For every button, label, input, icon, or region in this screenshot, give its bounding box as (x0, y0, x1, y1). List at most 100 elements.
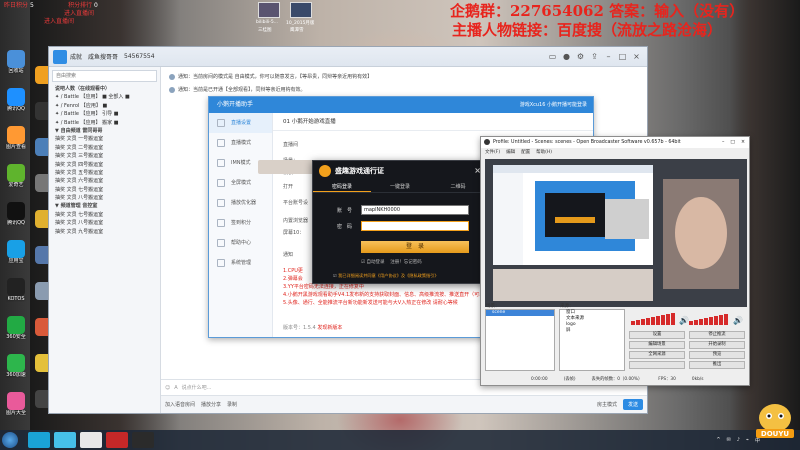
overlay-stat-label: 昨日积分 (4, 2, 29, 9)
assistant-nav-item[interactable]: 播放优化器 (209, 193, 272, 213)
menu-config[interactable]: 配置 (521, 148, 530, 157)
channel-item[interactable]: ✦ / Battle 【应用】 引导 ■ (49, 110, 160, 118)
desktop-icon[interactable]: 图片查看 (2, 126, 30, 150)
desktop-thumb-b[interactable] (290, 2, 312, 18)
assistant-nav-item[interactable]: 直播模式 (209, 133, 272, 153)
obs-preview-image (485, 159, 747, 307)
obs-plugins-button[interactable] (629, 361, 685, 369)
desktop-icon[interactable]: 360安全 (2, 316, 30, 340)
notice-line-4: 4.小鹅开黑游戏观看助手V4.1发布新的支持获取封面、信息、高级推流按、推送直开… (283, 292, 505, 298)
desktop-icon[interactable]: 腾讯QQ (2, 88, 30, 112)
obs-preview-button[interactable]: 预览 (689, 351, 745, 359)
agreement-checkbox[interactable]: ☑ (333, 273, 337, 278)
desktop-icon[interactable]: 图片大全 (2, 392, 30, 416)
obs-start-record-button[interactable]: 开始录制 (689, 341, 745, 349)
taskbar-app-button[interactable] (132, 432, 154, 448)
tray-icon[interactable]: ⌁ (746, 437, 749, 443)
register-forgot-link[interactable]: 注册！忘记密码 (390, 260, 422, 265)
agreement-text[interactable]: 我已详细阅读并同意《用户协议》及《隐私政策指引》 (338, 273, 439, 278)
menu-help[interactable]: 帮助(H) (536, 148, 552, 157)
sources-list[interactable]: 来源： 窗口 文本来源 logo 屏 (559, 304, 625, 371)
assistant-nav-item[interactable]: 直播设置 (209, 113, 272, 133)
channel-item[interactable]: 抽奖 文员 一号搬运室 (49, 135, 160, 143)
obs-global-sources-button[interactable]: 全网采源 (629, 351, 685, 359)
channel-item[interactable]: 抽奖 文员 七号搬运室 (49, 211, 160, 219)
close-icon[interactable]: × (632, 52, 641, 61)
desktop-icon[interactable]: 360加速 (2, 354, 30, 378)
share-icon[interactable]: ⇪ (590, 52, 599, 61)
scene-item[interactable]: scene (486, 310, 554, 316)
close-icon[interactable]: × (741, 137, 745, 148)
channel-item[interactable]: 抽奖 文员 四号搬运室 (49, 161, 160, 169)
desktop-icon[interactable]: KOTOS (2, 278, 30, 302)
font-icon[interactable]: A (174, 385, 177, 391)
desktop-icon[interactable]: 腾讯QQ (2, 202, 30, 226)
tray-icon[interactable]: ^ (716, 437, 720, 443)
obs-settings-button[interactable]: 设置 (629, 331, 685, 339)
play-share-button[interactable]: 播放分享 (201, 401, 221, 408)
desktop-thumb-a[interactable] (258, 2, 280, 18)
new-version-link[interactable]: 发现新版本 (317, 325, 342, 331)
maximize-icon[interactable]: □ (730, 137, 735, 148)
minimize-icon[interactable]: – (722, 137, 724, 148)
maximize-icon[interactable]: □ (618, 52, 627, 61)
obs-stop-stream-button[interactable]: 停止推流 (689, 331, 745, 339)
app-icon (7, 88, 25, 106)
desktop-icon[interactable]: 回收站 (2, 50, 30, 74)
record-icon[interactable]: ● (562, 52, 571, 61)
menu-file[interactable]: 文件(F) (485, 148, 500, 157)
obs-exit-button[interactable]: 推出 (689, 361, 745, 369)
channel-item[interactable]: 抽奖 文员 二号搬运室 (49, 144, 160, 152)
channel-group-header[interactable]: ▼ 频道管理 音控室 (49, 202, 160, 210)
assistant-nav-item[interactable]: 系统管理 (209, 253, 272, 273)
desktop-icon[interactable]: 应用宝 (2, 240, 30, 264)
channel-item[interactable]: 抽奖 文员 八号搬运室 (49, 219, 160, 227)
channel-item[interactable]: 抽奖 文员 五号搬运室 (49, 169, 160, 177)
video-icon[interactable]: ▭ (548, 52, 557, 61)
channel-item[interactable]: ✦ / Battle 【应用】 搬家 ■ (49, 119, 160, 127)
taskbar-app-button[interactable] (28, 432, 50, 448)
channel-item[interactable]: ✦ / Battle 【应用】 ■ 全部入 ■ (49, 93, 160, 101)
tab-qrcode-login[interactable]: 二维码 (429, 181, 487, 192)
channel-item[interactable]: 抽奖 文员 三号搬运室 (49, 152, 160, 160)
obs-edit-scene-button[interactable]: 编辑场景 (629, 341, 685, 349)
taskbar-app-button[interactable] (106, 432, 128, 448)
desktop-thumb-a-label: bilibili-5... (256, 20, 278, 25)
channel-search-input[interactable]: 自由搜索 (52, 70, 157, 82)
assistant-nav-item[interactable]: 全屏模式 (209, 173, 272, 193)
taskbar-app-button[interactable] (54, 432, 76, 448)
channel-item[interactable]: ✦ / Fenrol 【应用】 ■ (49, 102, 160, 110)
assistant-nav-item[interactable]: 帮助中心 (209, 233, 272, 253)
channel-item[interactable]: 抽奖 文员 九号搬运室 (49, 228, 160, 236)
tab-password-login[interactable]: 密码登录 (313, 181, 371, 192)
channel-group-header[interactable]: 说吧人数（在线观看中） (49, 85, 160, 93)
tray-icon[interactable]: ✉ (727, 437, 731, 443)
send-button[interactable]: 发送 (622, 399, 643, 410)
emoji-icon[interactable]: ☺ (165, 385, 170, 391)
channel-group-header[interactable]: ▼ 自由频道 雷同哥哥 (49, 127, 160, 135)
overlay-stat-value: 5 (29, 2, 34, 9)
assistant-nav-item[interactable]: 签到积分 (209, 213, 272, 233)
tray-icon[interactable]: ♪ (737, 437, 740, 443)
account-field[interactable]: maplNKH0000 (361, 205, 469, 215)
desktop-icon[interactable]: 爱奇艺 (2, 164, 30, 188)
channel-item[interactable]: 抽奖 文员 八号搬运室 (49, 194, 160, 202)
minimize-icon[interactable]: – (604, 52, 613, 61)
password-field[interactable] (361, 221, 469, 231)
menu-edit[interactable]: 编辑 (506, 148, 515, 157)
record-button[interactable]: 录制 (227, 401, 237, 408)
tab-one-click-login[interactable]: 一键登录 (371, 181, 429, 192)
source-item[interactable]: 屏 (560, 328, 624, 334)
login-button[interactable]: 登 录 (361, 241, 469, 253)
room-mode-select[interactable]: 房主模式 (597, 401, 617, 408)
open-option[interactable]: 打开 (283, 183, 293, 190)
assistant-account[interactable]: 游戏Xcu16 小鹅开播可能登录 (520, 97, 587, 113)
scenes-list[interactable]: 场景： scene (485, 304, 555, 371)
channel-item[interactable]: 抽奖 文员 七号搬运室 (49, 186, 160, 194)
settings-icon[interactable]: ⚙ (576, 52, 585, 61)
taskbar-app-button[interactable] (80, 432, 102, 448)
auto-login-checkbox[interactable]: ☑ (361, 260, 365, 265)
channel-item[interactable]: 抽奖 文员 六号搬运室 (49, 177, 160, 185)
join-voice-button[interactable]: 加入语音房间 (165, 401, 195, 408)
start-button[interactable] (2, 432, 18, 448)
